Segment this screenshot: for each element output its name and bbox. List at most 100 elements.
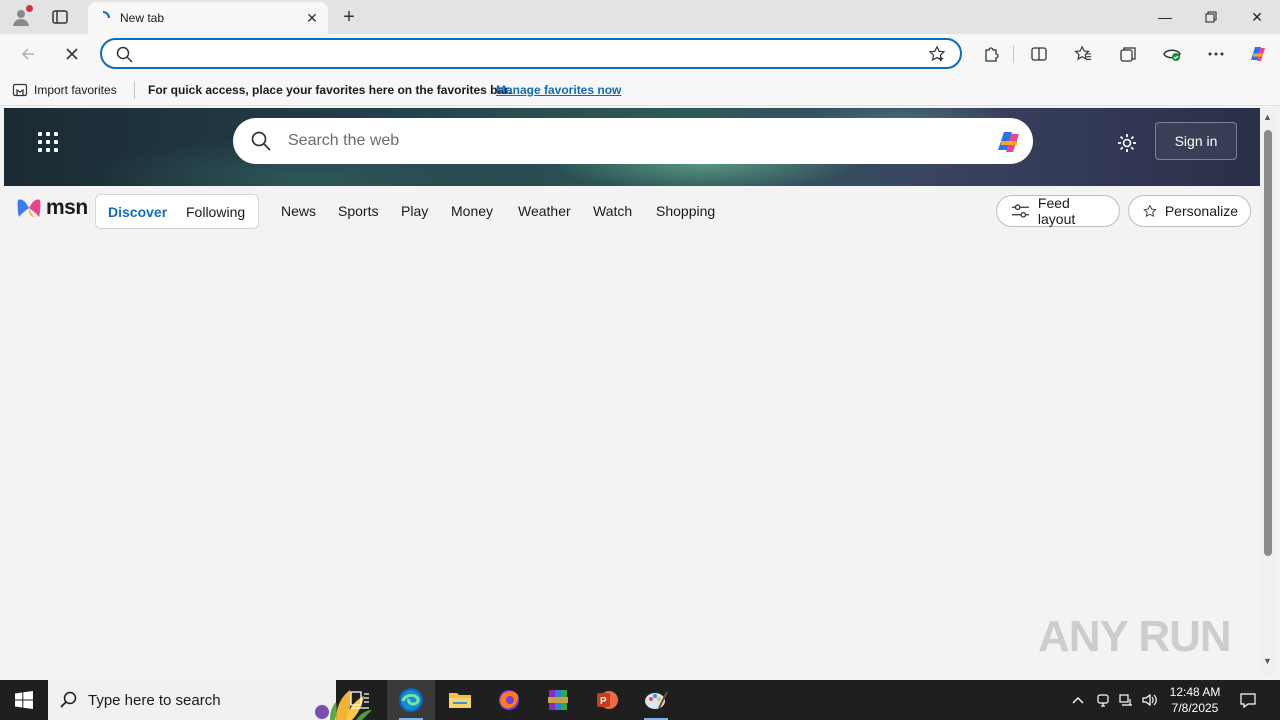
split-screen-icon[interactable]	[1028, 43, 1050, 65]
scroll-up-icon[interactable]: ▲	[1263, 112, 1272, 122]
more-options-icon[interactable]	[1205, 43, 1227, 65]
back-button[interactable]	[14, 40, 42, 68]
taskbar-file-explorer[interactable]	[436, 680, 484, 720]
scrollbar-thumb[interactable]	[1264, 130, 1272, 556]
profile-button[interactable]	[10, 5, 33, 28]
powerpoint-icon: P	[597, 691, 618, 709]
folder-icon	[449, 693, 471, 708]
svg-text:P: P	[600, 696, 607, 707]
browser-toolbar	[0, 34, 1280, 74]
nav-money[interactable]: Money	[451, 203, 493, 219]
clock-date: 7/8/2025	[1171, 701, 1219, 715]
page-viewport: Search the web Sign in msn Discover Foll…	[4, 108, 1260, 676]
msn-butterfly-icon	[17, 199, 41, 217]
tab-actions-button[interactable]	[50, 7, 70, 27]
new-tab-button[interactable]: +	[338, 6, 360, 28]
restore-icon	[1205, 11, 1217, 23]
msn-wordmark: msn	[46, 196, 88, 219]
taskbar-winrar[interactable]	[534, 680, 582, 720]
feed-layout-label: Feed layout	[1037, 195, 1076, 227]
extensions-icon[interactable]	[980, 43, 1002, 65]
taskbar-firefox[interactable]	[485, 680, 533, 720]
sliders-icon	[1011, 204, 1029, 218]
loading-icon	[102, 11, 110, 19]
close-tab-icon[interactable]: ✕	[304, 10, 320, 26]
notifications-icon[interactable]	[1238, 690, 1258, 710]
taskbar-search[interactable]: Type here to search	[48, 680, 372, 720]
favorites-bar: Import favorites For quick access, place…	[0, 74, 1280, 106]
msn-nav-bar: msn Discover Following News Sports Play …	[4, 186, 1260, 236]
nav-weather[interactable]: Weather	[518, 203, 571, 219]
search-icon	[60, 691, 77, 708]
taskbar-edge[interactable]	[387, 680, 435, 720]
favorites-divider	[134, 81, 135, 99]
address-bar[interactable]	[100, 38, 962, 69]
search-icon	[116, 46, 133, 63]
minimize-button[interactable]: —	[1142, 0, 1188, 34]
nav-play[interactable]: Play	[401, 203, 428, 219]
import-favorites-button[interactable]: Import favorites	[12, 82, 117, 98]
tab-discover[interactable]: Discover	[108, 204, 167, 220]
manage-favorites-link[interactable]: Manage favorites now	[496, 83, 621, 97]
tab-new-tab[interactable]: New tab ✕	[88, 2, 328, 34]
firefox-icon	[499, 690, 519, 710]
web-search-box[interactable]: Search the web	[233, 118, 1033, 164]
copilot-search-icon[interactable]	[993, 126, 1025, 156]
collections-icon[interactable]	[1117, 43, 1139, 65]
taskbar-paint-app[interactable]	[632, 680, 680, 720]
taskbar-clock[interactable]: 12:48 AM 7/8/2025	[1164, 684, 1226, 716]
anyrun-watermark: ANY RUN	[1038, 612, 1232, 661]
tab-actions-icon	[52, 10, 68, 24]
feed-tab-group: Discover Following	[95, 194, 259, 229]
network-icon[interactable]	[1116, 690, 1136, 710]
task-view-button[interactable]	[336, 680, 384, 720]
edge-icon	[399, 688, 423, 712]
winrar-icon	[548, 690, 568, 710]
task-view-icon	[350, 691, 369, 709]
paint-icon	[645, 691, 668, 709]
favorites-bar-message: For quick access, place your favorites h…	[148, 83, 512, 97]
hero-banner: Search the web Sign in	[4, 108, 1260, 186]
personalize-button[interactable]: Personalize	[1128, 195, 1251, 227]
search-input[interactable]: Search the web	[288, 132, 399, 150]
clock-time: 12:48 AM	[1169, 685, 1221, 699]
app-launcher-icon[interactable]	[38, 132, 58, 152]
notification-dot	[26, 5, 33, 12]
windows-taskbar: Type here to search P 12:48 AM 7/8/2025	[0, 680, 1280, 720]
volume-icon[interactable]	[1140, 690, 1160, 710]
page-scrollbar[interactable]: ▲ ▼	[1260, 108, 1276, 676]
start-button[interactable]	[0, 680, 48, 720]
stop-icon	[66, 48, 78, 60]
taskbar-powerpoint[interactable]: P	[583, 680, 631, 720]
nav-watch[interactable]: Watch	[593, 203, 632, 219]
show-hidden-icons[interactable]	[1068, 690, 1088, 710]
browser-essentials-icon[interactable]	[1161, 43, 1183, 65]
back-arrow-icon	[21, 48, 34, 60]
nav-shopping[interactable]: Shopping	[656, 203, 715, 219]
copilot-icon[interactable]	[1246, 42, 1270, 66]
nav-sports[interactable]: Sports	[338, 203, 378, 219]
nav-news[interactable]: News	[281, 203, 316, 219]
title-bar: New tab ✕ + — ✕	[0, 0, 1280, 34]
meet-now-icon[interactable]	[1093, 690, 1113, 710]
restore-button[interactable]	[1188, 0, 1234, 34]
stop-loading-button[interactable]	[58, 40, 86, 68]
settings-icon[interactable]	[1116, 132, 1138, 154]
search-icon	[251, 131, 271, 151]
favorites-icon[interactable]	[1072, 43, 1094, 65]
scroll-down-icon[interactable]: ▼	[1263, 656, 1272, 666]
taskbar-search-input[interactable]: Type here to search	[88, 692, 221, 709]
import-favorites-icon	[12, 83, 28, 97]
personalize-label: Personalize	[1164, 203, 1238, 219]
tab-following[interactable]: Following	[186, 204, 245, 220]
toolbar-divider	[1013, 45, 1014, 63]
personalize-star-icon	[1143, 204, 1157, 217]
add-favorite-icon[interactable]	[928, 45, 946, 63]
feed-layout-button[interactable]: Feed layout	[996, 195, 1120, 227]
tab-title: New tab	[120, 11, 165, 25]
close-window-button[interactable]: ✕	[1234, 0, 1280, 34]
sign-in-button[interactable]: Sign in	[1155, 122, 1237, 160]
import-favorites-label: Import favorites	[34, 83, 117, 97]
windows-logo-icon	[15, 691, 33, 709]
msn-logo[interactable]: msn	[16, 196, 88, 220]
